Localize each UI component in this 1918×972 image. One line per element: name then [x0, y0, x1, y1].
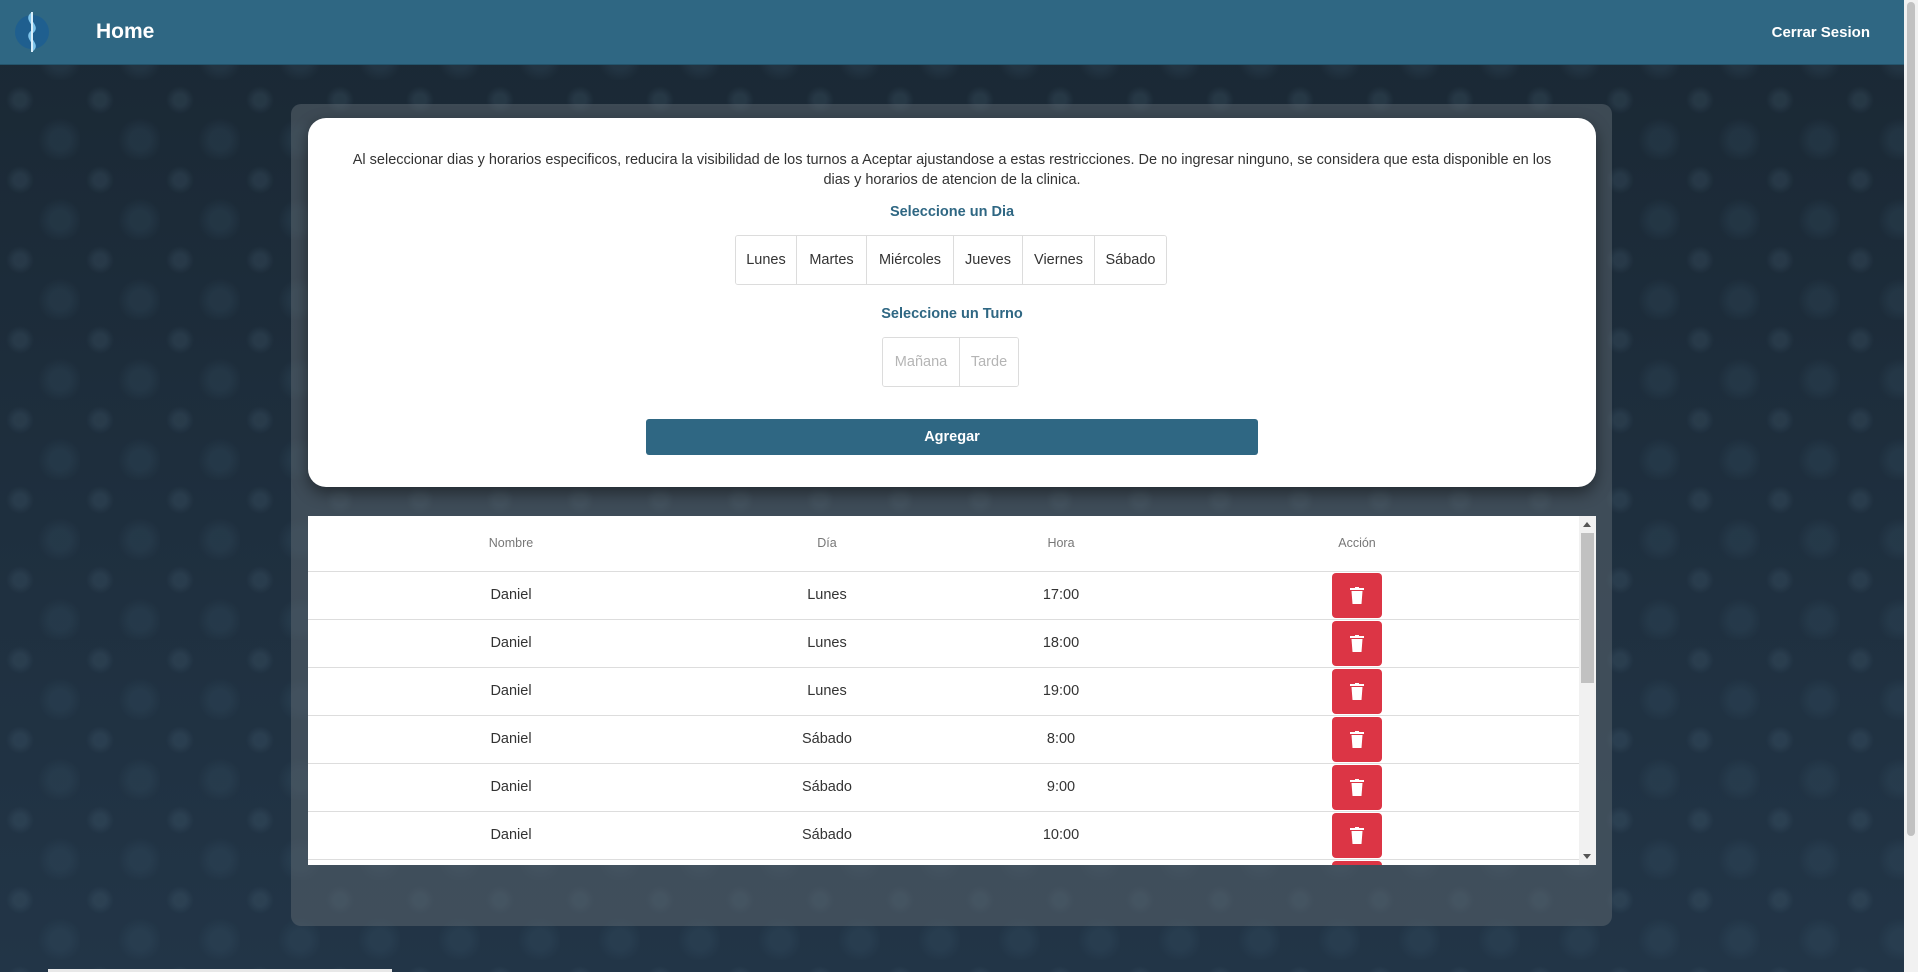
table-scrollbar[interactable]: [1579, 516, 1596, 865]
cell-dia: Sábado: [802, 779, 852, 795]
top-navbar: Home Cerrar Sesion: [0, 0, 1904, 65]
page-scrollbar[interactable]: [1904, 0, 1918, 972]
shift-button-group: Mañana Tarde: [882, 337, 1019, 387]
nav-home-link[interactable]: Home: [96, 20, 154, 44]
cell-dia: Lunes: [807, 683, 847, 699]
table-row: Daniel Lunes 17:00: [308, 572, 1579, 620]
cell-nombre: Daniel: [490, 779, 532, 795]
cell-dia: Lunes: [807, 635, 847, 651]
delete-button[interactable]: [1332, 765, 1382, 810]
column-header-dia: Día: [817, 536, 837, 550]
scroll-up-arrow-icon[interactable]: [1583, 522, 1591, 527]
trash-icon: [1350, 635, 1364, 652]
cell-dia: Lunes: [807, 587, 847, 603]
delete-button[interactable]: [1332, 669, 1382, 714]
day-option-martes[interactable]: Martes: [797, 236, 867, 284]
clinic-logo-icon[interactable]: [14, 10, 50, 52]
table-row: Daniel Sábado 8:00: [308, 716, 1579, 764]
table-header: Nombre Día Hora Acción: [308, 516, 1579, 572]
table-row: Daniel Sábado 9:00: [308, 764, 1579, 812]
day-option-viernes[interactable]: Viernes: [1023, 236, 1095, 284]
trash-icon: [1350, 779, 1364, 796]
cell-hora: 10:00: [1042, 827, 1080, 843]
column-header-accion: Acción: [1338, 536, 1376, 550]
cell-nombre: Daniel: [490, 827, 532, 843]
trash-icon: [1350, 683, 1364, 700]
trash-icon: [1350, 731, 1364, 748]
add-button[interactable]: Agregar: [646, 419, 1258, 455]
cell-hora: 19:00: [1042, 683, 1080, 699]
cell-hora: 18:00: [1042, 635, 1080, 651]
schedule-table: Nombre Día Hora Acción Daniel Lunes 17:0…: [308, 516, 1596, 865]
cell-nombre: Daniel: [490, 731, 532, 747]
cell-hora: 8:00: [1046, 731, 1076, 747]
info-text: Al seleccionar dias y horarios especific…: [352, 152, 1552, 188]
page-scrollbar-thumb[interactable]: [1907, 2, 1915, 836]
table-row: Daniel Lunes 19:00: [308, 668, 1579, 716]
day-option-sabado[interactable]: Sábado: [1095, 236, 1166, 284]
availability-form-card: Al seleccionar dias y horarios especific…: [308, 118, 1596, 487]
day-button-group: Lunes Martes Miércoles Jueves Viernes Sá…: [735, 235, 1167, 285]
cell-hora: 17:00: [1042, 587, 1080, 603]
delete-button[interactable]: [1332, 573, 1382, 618]
day-label: Seleccione un Dia: [889, 204, 1015, 220]
trash-icon: [1350, 587, 1364, 604]
delete-button[interactable]: [1332, 813, 1382, 858]
cell-hora: 9:00: [1046, 779, 1076, 795]
scroll-down-arrow-icon[interactable]: [1583, 854, 1591, 859]
column-header-nombre: Nombre: [488, 536, 534, 550]
delete-button-partial[interactable]: [1332, 861, 1382, 865]
shift-label: Seleccione un Turno: [881, 306, 1023, 322]
cell-nombre: Daniel: [490, 683, 532, 699]
cell-nombre: Daniel: [490, 587, 532, 603]
table-scrollbar-thumb[interactable]: [1581, 533, 1594, 683]
trash-icon: [1350, 827, 1364, 844]
cell-dia: Sábado: [802, 827, 852, 843]
logout-link[interactable]: Cerrar Sesion: [1772, 24, 1870, 41]
column-header-hora: Hora: [1047, 536, 1075, 550]
table-row: Daniel Sábado 10:00: [308, 812, 1579, 860]
delete-button[interactable]: [1332, 717, 1382, 762]
day-option-miercoles[interactable]: Miércoles: [867, 236, 954, 284]
shift-option-manana[interactable]: Mañana: [883, 338, 960, 386]
day-option-jueves[interactable]: Jueves: [954, 236, 1023, 284]
cell-nombre: Daniel: [490, 635, 532, 651]
shift-option-tarde[interactable]: Tarde: [960, 338, 1018, 386]
delete-button[interactable]: [1332, 621, 1382, 666]
day-option-lunes[interactable]: Lunes: [736, 236, 797, 284]
cell-dia: Sábado: [802, 731, 852, 747]
table-row: Daniel Lunes 18:00: [308, 620, 1579, 668]
